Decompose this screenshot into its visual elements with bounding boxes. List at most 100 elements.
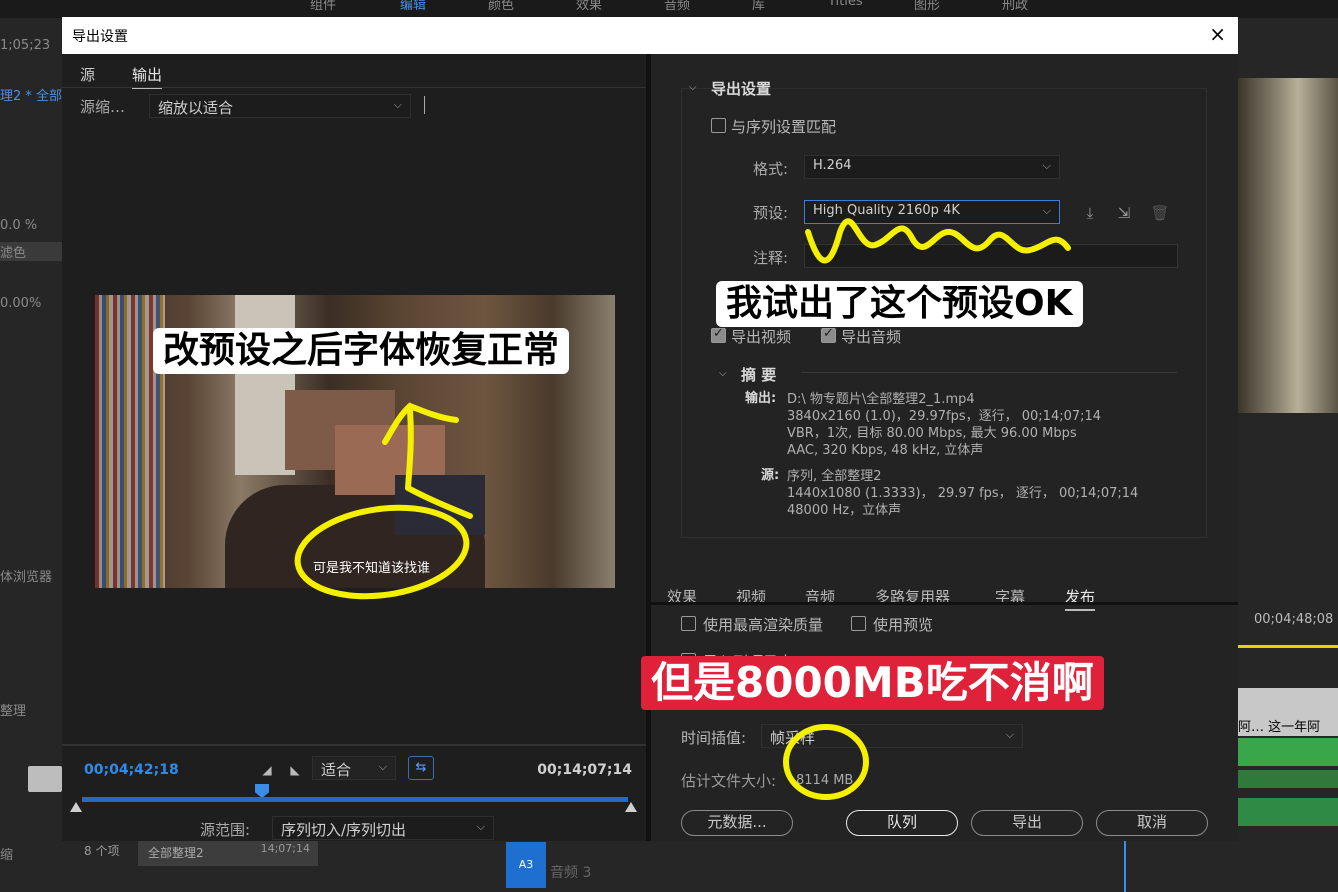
- cursor-bar: [424, 96, 425, 114]
- estimated-size-value: 8114 MB: [796, 773, 854, 788]
- match-sequence-label: 与序列设置匹配: [731, 118, 837, 136]
- export-audio-checkbox[interactable]: [821, 326, 836, 343]
- workspace-tab[interactable]: Titles: [828, 0, 863, 9]
- save-preset-icon[interactable]: ⤓: [1079, 202, 1101, 224]
- dialog-title: 导出设置: [72, 29, 128, 45]
- divider: [651, 602, 1238, 605]
- comment-label: 注释:: [753, 249, 789, 267]
- use-previews-checkbox[interactable]: [851, 616, 866, 631]
- format-dropdown[interactable]: H.264 ⌵: [804, 155, 1060, 179]
- export-video-label: 导出视频: [731, 328, 792, 346]
- export-video-checkbox[interactable]: [711, 326, 726, 343]
- end-timecode: 00;14;07;14: [537, 762, 632, 778]
- max-render-quality-label: 使用最高渲染质量: [703, 616, 824, 634]
- aspect-toggle-icon[interactable]: ⇆: [408, 756, 434, 780]
- bg-filter: 滤色: [0, 242, 62, 261]
- collapse-caret-icon[interactable]: ⌵: [719, 368, 727, 379]
- match-sequence-checkbox[interactable]: [711, 118, 726, 133]
- import-preset-icon[interactable]: ⇲: [1113, 202, 1135, 224]
- tab-publish[interactable]: 发布: [1065, 586, 1096, 611]
- workspace-tab[interactable]: 组件: [310, 0, 336, 13]
- left-panels: 1;05;23 理2 * 全部 0.0 % 滤色 0.00% 体浏览器 整理 缩: [0, 18, 62, 892]
- chevron-down-icon: ⌵: [1042, 204, 1051, 217]
- zoom-dropdown[interactable]: 适合 ⌵: [312, 756, 396, 780]
- work-area-bar[interactable]: [1238, 645, 1338, 648]
- collapse-caret-icon[interactable]: ⌵: [689, 82, 697, 93]
- use-previews-label: 使用预览: [873, 616, 934, 634]
- bg-bottom-label: 缩: [0, 848, 14, 863]
- annotation-preset-ok: 我试出了这个预设OK: [716, 281, 1083, 327]
- folder-icon[interactable]: [28, 766, 62, 792]
- comment-input[interactable]: [804, 244, 1178, 268]
- chevron-down-icon: ⌵: [393, 98, 402, 111]
- output-video-info: 3840x2160 (1.0)，29.97fps，逐行， 00;14;07;14: [787, 409, 1102, 424]
- cancel-button[interactable]: 取消: [1096, 810, 1208, 836]
- workspace-tab[interactable]: 颜色: [488, 0, 514, 13]
- chevron-down-icon: ⌵: [1042, 159, 1051, 172]
- workspace-tab[interactable]: 图形: [914, 0, 940, 13]
- metadata-button[interactable]: 元数据...: [681, 810, 793, 836]
- audio-waveform[interactable]: [1238, 798, 1338, 826]
- timeline-scrubber[interactable]: [82, 797, 628, 802]
- right-panels: 00;04;48;08 阿… 这一年阿: [1238, 18, 1338, 892]
- output-audio-info: AAC, 320 Kbps, 48 kHz, 立体声: [787, 443, 984, 458]
- audio-clip[interactable]: [1238, 738, 1338, 766]
- out-point-marker[interactable]: [625, 802, 637, 812]
- track-target-a3[interactable]: A3: [506, 842, 546, 888]
- source-audio-info: 48000 Hz，立体声: [787, 503, 902, 518]
- chevron-down-icon: ⌵: [1005, 728, 1014, 741]
- format-label: 格式:: [753, 160, 789, 178]
- audio-clip[interactable]: [1238, 770, 1338, 788]
- source-range-dropdown[interactable]: 序列切入/序列切出 ⌵: [272, 816, 494, 840]
- set-in-point-icon[interactable]: ◢: [256, 759, 278, 781]
- format-value: H.264: [813, 158, 852, 173]
- playhead-line: [1124, 840, 1126, 892]
- tab-output[interactable]: 输出: [132, 64, 163, 89]
- output-label: 输出:: [745, 391, 777, 406]
- tab-source[interactable]: 源: [80, 64, 95, 85]
- bg-project-tab[interactable]: 理2 * 全部: [0, 85, 62, 104]
- time-interpolation-label: 时间插值:: [681, 729, 747, 747]
- workspace-tab[interactable]: 效果: [576, 0, 602, 13]
- queue-button[interactable]: 队列: [846, 810, 958, 836]
- bg-bin-label: 整理: [0, 704, 27, 719]
- bg-media-browser[interactable]: 体浏览器: [0, 566, 52, 585]
- source-label: 源:: [761, 468, 780, 483]
- source-scaling-dropdown[interactable]: 缩放以适合 ⌵: [149, 94, 411, 118]
- dialog-titlebar: 导出设置 ×: [62, 17, 1238, 54]
- preset-value: High Quality 2160p 4K: [813, 203, 960, 218]
- workspace-tabs: 组件 编辑 颜色 效果 音频 库 Titles 图形 刑政: [0, 0, 1338, 18]
- bg-percent: 0.0 %: [0, 218, 38, 233]
- current-timecode[interactable]: 00;04;42;18: [84, 762, 179, 778]
- time-interpolation-dropdown[interactable]: 帧采样 ⌵: [761, 724, 1023, 748]
- bg-right-timecode: 00;04;48;08: [1254, 612, 1334, 627]
- delete-preset-icon[interactable]: 🗑: [1149, 202, 1171, 224]
- divider: [62, 87, 646, 88]
- export-audio-label: 导出音频: [841, 328, 902, 346]
- close-icon[interactable]: ×: [1209, 23, 1226, 45]
- workspace-tab[interactable]: 库: [752, 0, 765, 13]
- preset-dropdown[interactable]: High Quality 2160p 4K ⌵: [804, 200, 1060, 224]
- annotation-font-restored: 改预设之后字体恢复正常: [153, 328, 570, 374]
- in-point-marker[interactable]: [70, 802, 82, 812]
- export-settings-dialog: 导出设置 × 源 输出 源缩… 缩放以适合 ⌵ 可是我不知道该找谁 00;04;…: [62, 17, 1238, 841]
- source-range-value: 序列切入/序列切出: [281, 821, 407, 839]
- workspace-tab[interactable]: 刑政: [1002, 0, 1028, 13]
- bin-item[interactable]: 全部整理2 14;07;14: [138, 840, 318, 866]
- source-scaling-label: 源缩…: [80, 98, 126, 116]
- workspace-tab[interactable]: 编辑: [400, 0, 426, 13]
- chevron-down-icon: ⌵: [476, 820, 485, 833]
- max-render-quality-checkbox[interactable]: [681, 616, 696, 631]
- track-name: 音频 3: [550, 865, 592, 881]
- set-out-point-icon[interactable]: ◣: [284, 759, 306, 781]
- export-button[interactable]: 导出: [971, 810, 1083, 836]
- bg-percent: 0.00%: [0, 296, 42, 311]
- time-interpolation-value: 帧采样: [770, 729, 816, 747]
- playhead-marker[interactable]: [255, 784, 269, 798]
- divider: [801, 372, 1177, 373]
- annotation-size-concern: 但是8000MB吃不消啊: [641, 656, 1104, 710]
- output-bitrate-info: VBR，1次, 目标 80.00 Mbps, 最大 96.00 Mbps: [787, 426, 1077, 441]
- mosaic-block: [395, 475, 485, 535]
- workspace-tab[interactable]: 音频: [664, 0, 690, 13]
- chevron-down-icon: ⌵: [378, 760, 387, 773]
